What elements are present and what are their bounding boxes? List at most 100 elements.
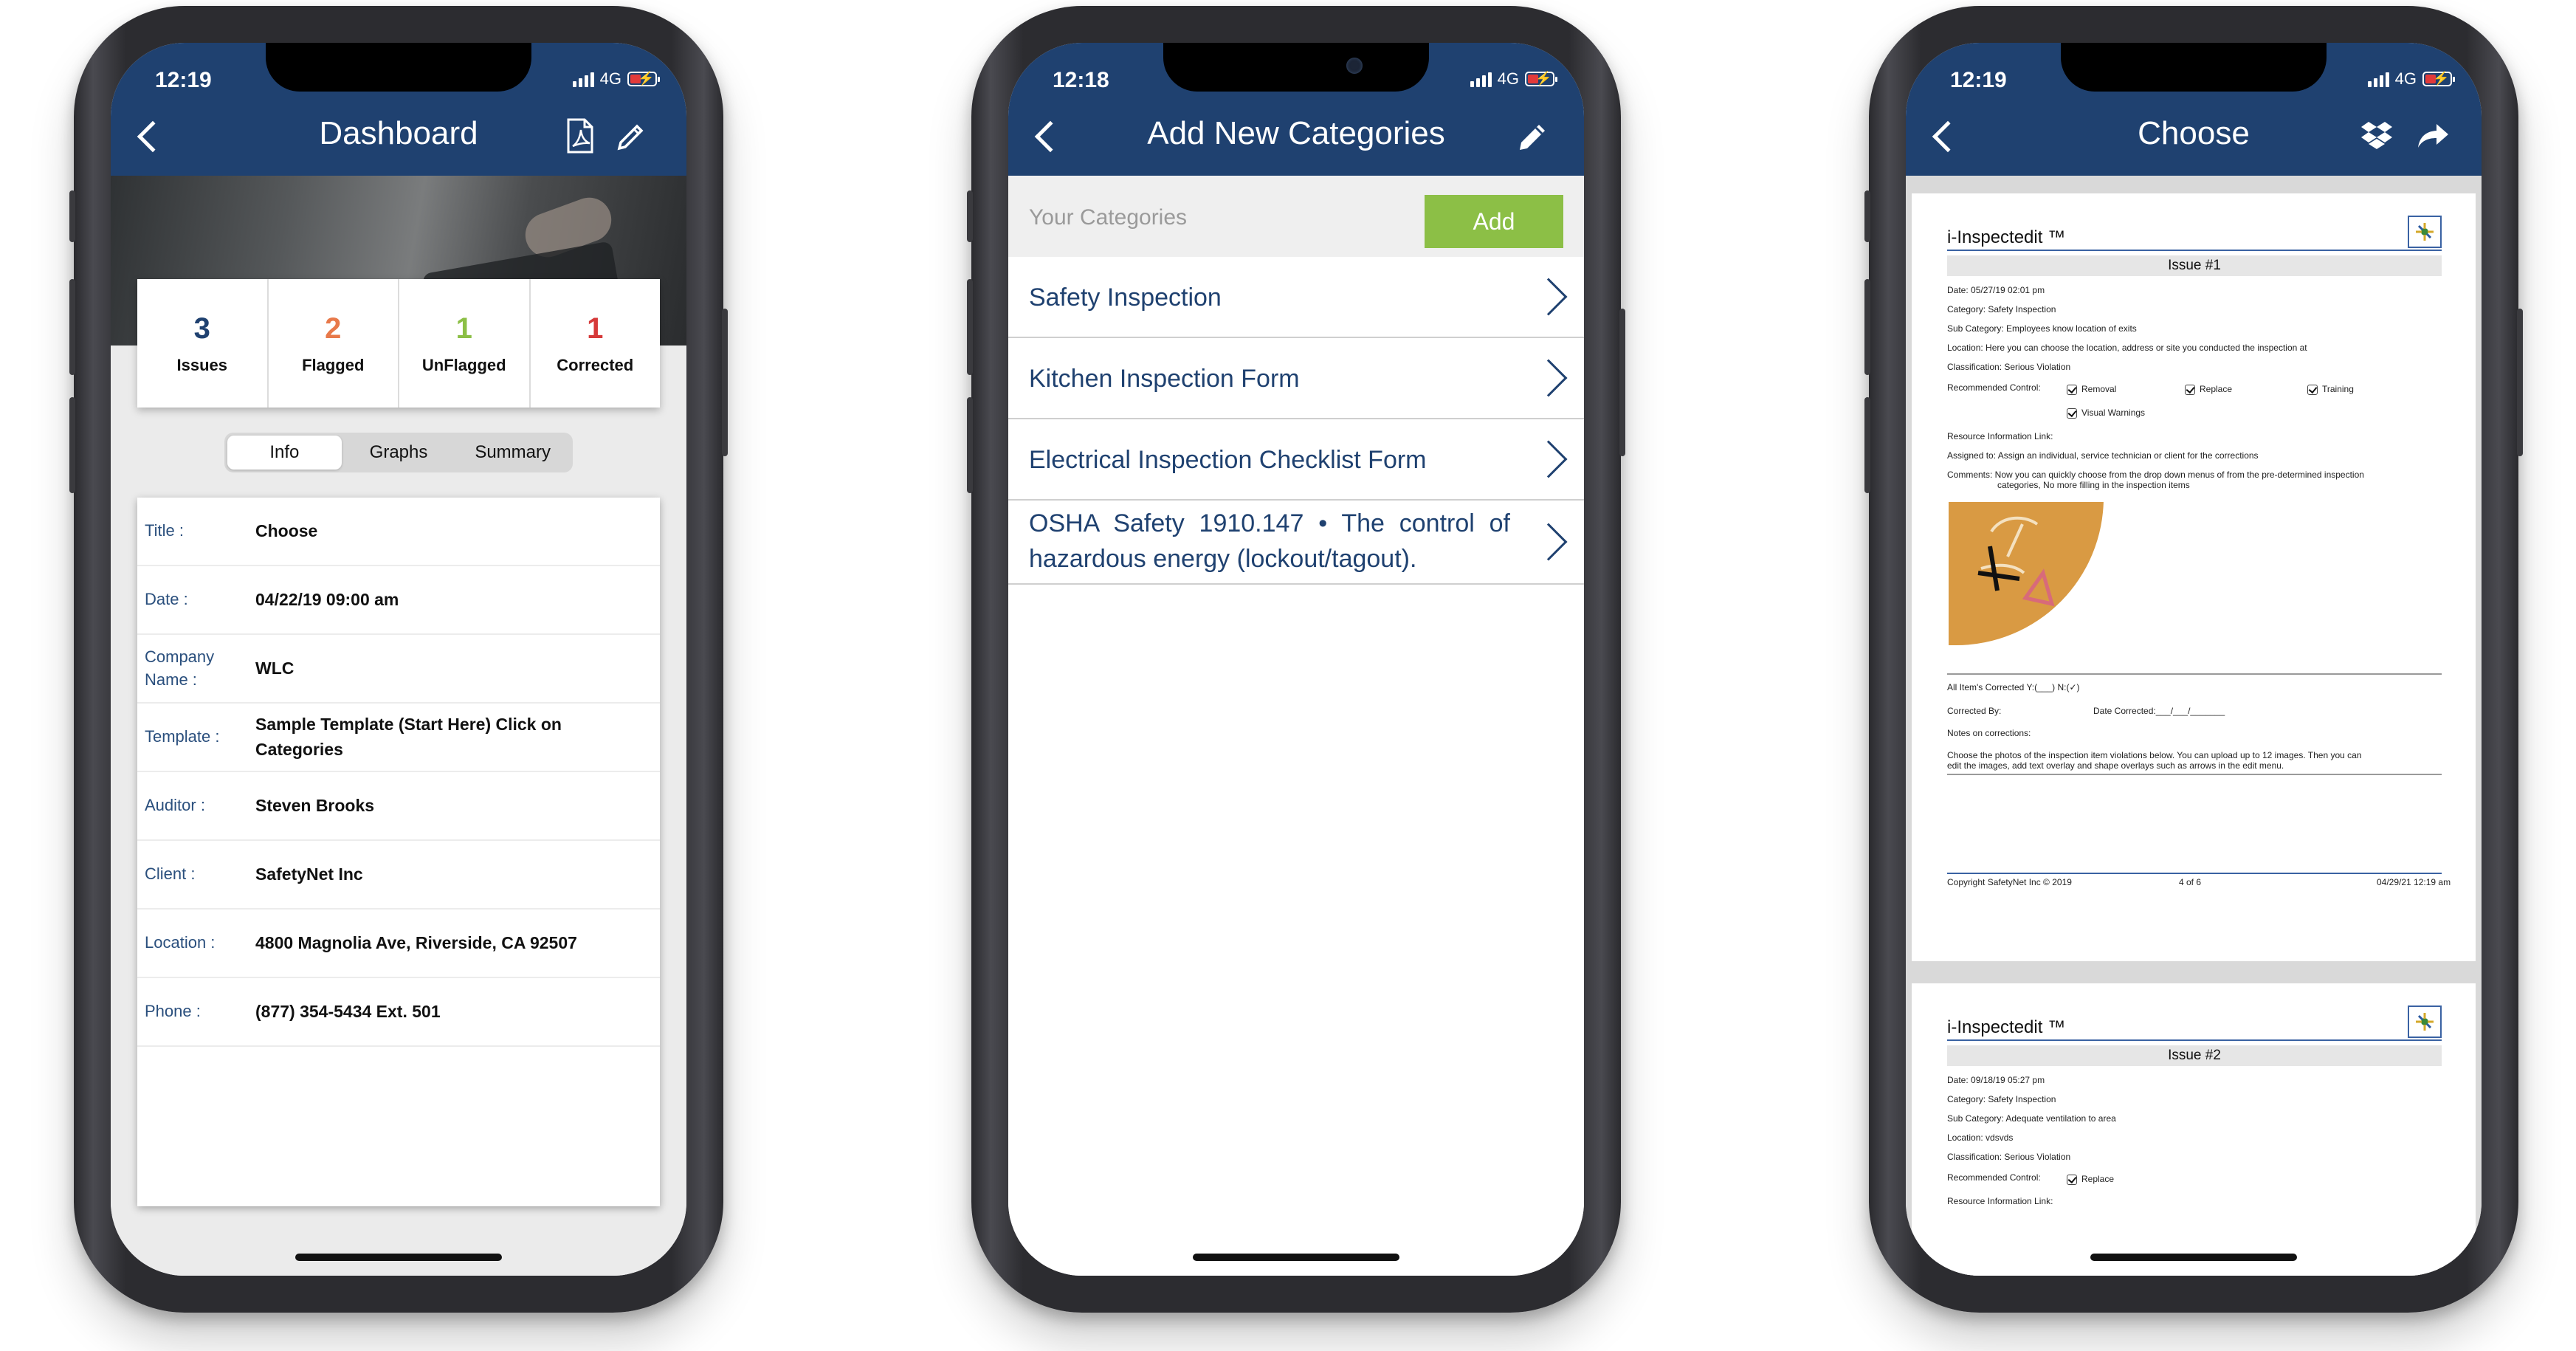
battery-icon: ⚡	[1525, 71, 1557, 86]
segmented-control: Info Graphs Summary	[224, 433, 573, 472]
report-corrected-all: All Item's Corrected Y:(___) N:(✓)	[1947, 682, 2080, 692]
company-logo-icon	[2408, 1005, 2442, 1038]
volume-down-button	[1864, 397, 1870, 493]
network-type: 4G	[599, 69, 621, 88]
report-date: Date: 05/27/19 02:01 pm	[1947, 285, 2045, 295]
control-label: Removal	[2081, 384, 2117, 394]
info-key: Title :	[145, 521, 184, 540]
info-value: (877) 354-5434 Ext. 501	[255, 1001, 441, 1021]
report-classification: Classification: Serious Violation	[1947, 1152, 2071, 1162]
side-button	[2517, 309, 2523, 456]
stat-flagged[interactable]: 2 Flagged	[269, 279, 399, 408]
dropbox-icon[interactable]	[2358, 117, 2396, 155]
info-key: Location :	[145, 933, 216, 952]
home-indicator[interactable]	[1193, 1254, 1399, 1261]
category-row[interactable]: Safety Inspection	[1008, 257, 1584, 338]
volume-down-button	[69, 397, 75, 493]
stat-unflagged[interactable]: 1 UnFlagged	[399, 279, 531, 408]
categories-body: Your Categories Add Safety Inspection Ki…	[1008, 176, 1584, 1276]
side-button	[722, 309, 728, 456]
phone-add-categories: 12:18 4G ⚡ Add New Categories Your Categ…	[967, 6, 1625, 1313]
report-comments-cont: categories, No more filling in the inspe…	[1997, 480, 2190, 490]
checkbox-icon	[2185, 384, 2195, 395]
report-page: i-Inspectedit ™ Issue #1 Date: 05/27/19 …	[1912, 193, 2476, 961]
chevron-right-icon	[1529, 523, 1568, 561]
mute-switch	[1864, 190, 1870, 242]
your-categories-header: Your Categories Add	[1008, 176, 1584, 257]
checkbox-icon	[2307, 384, 2318, 395]
control-visual-warnings: Visual Warnings	[2067, 408, 2145, 419]
report-notes: Notes on corrections:	[1947, 728, 2031, 738]
report-corrected-by: Corrected By:	[1947, 706, 2002, 716]
info-key: Auditor :	[145, 796, 205, 815]
report-viewer[interactable]: i-Inspectedit ™ Issue #1 Date: 05/27/19 …	[1906, 176, 2482, 1276]
tab-graphs[interactable]: Graphs	[342, 436, 456, 470]
control-removal: Removal	[2067, 384, 2116, 395]
info-value: Choose	[255, 520, 318, 540]
category-row[interactable]: Kitchen Inspection Form	[1008, 338, 1584, 419]
stat-value: 1	[455, 312, 472, 345]
volume-up-button	[967, 279, 973, 375]
front-camera	[1346, 58, 1363, 74]
notch	[266, 43, 531, 92]
stat-corrected[interactable]: 1 Corrected	[531, 279, 661, 408]
info-value: WLC	[255, 658, 295, 678]
edit-pencil-icon[interactable]	[613, 117, 651, 155]
page-title: Dashboard	[319, 115, 478, 151]
tab-info[interactable]: Info	[227, 436, 342, 470]
header-rule	[1947, 250, 2442, 251]
battery-icon: ⚡	[2422, 71, 2455, 86]
info-value: 04/22/19 09:00 am	[255, 589, 399, 609]
category-row[interactable]: Electrical Inspection Checklist Form	[1008, 419, 1584, 501]
chevron-right-icon	[1529, 278, 1568, 316]
home-indicator[interactable]	[2090, 1254, 2297, 1261]
issue-title: Issue #1	[1947, 255, 2442, 276]
info-row-phone: Phone : (877) 354-5434 Ext. 501	[137, 978, 660, 1047]
signal-icon	[1470, 71, 1492, 87]
stat-value: 3	[193, 312, 210, 345]
report-recommended-label: Recommended Control:	[1947, 1172, 2041, 1183]
info-row-auditor: Auditor : Steven Brooks	[137, 772, 660, 841]
info-value: SafetyNet Inc	[255, 864, 363, 884]
info-value: Steven Brooks	[255, 795, 375, 815]
share-arrow-icon[interactable]	[2414, 117, 2452, 155]
control-label: Visual Warnings	[2081, 408, 2146, 418]
home-indicator[interactable]	[295, 1254, 502, 1261]
info-value: Sample Template (Start Here) Click on Ca…	[255, 715, 562, 759]
volume-down-button	[967, 397, 973, 493]
page-title: Add New Categories	[1147, 115, 1445, 151]
category-row[interactable]: OSHA Safety 1910.147 • The control of ha…	[1008, 501, 1584, 585]
battery-icon: ⚡	[627, 71, 660, 86]
report-photos-note: Choose the photos of the inspection item…	[1947, 750, 2362, 760]
mute-switch	[967, 190, 973, 242]
info-value: 4800 Magnolia Ave, Riverside, CA 92507	[255, 932, 577, 952]
stat-issues[interactable]: 3 Issues	[137, 279, 269, 408]
info-row-company: Company Name : WLC	[137, 635, 660, 704]
info-row-client: Client : SafetyNet Inc	[137, 841, 660, 910]
category-label: OSHA Safety 1910.147 • The control of ha…	[1029, 509, 1510, 573]
stat-value: 2	[325, 312, 342, 345]
report-comments: Comments: Now you can quickly choose fro…	[1947, 470, 2364, 480]
report-brand: i-Inspectedit ™	[1947, 227, 2066, 247]
network-type: 4G	[2394, 69, 2417, 88]
tab-summary[interactable]: Summary	[455, 436, 570, 470]
report-category: Category: Safety Inspection	[1947, 1094, 2056, 1104]
stat-label: UnFlagged	[421, 355, 506, 374]
screen: 12:19 4G ⚡ Dashboard 3 Issues 2 Flagged …	[111, 43, 686, 1276]
edit-pencil-icon[interactable]	[1515, 117, 1553, 155]
phone-dashboard: 12:19 4G ⚡ Dashboard 3 Issues 2 Flagged …	[69, 6, 728, 1313]
info-row-location: Location : 4800 Magnolia Ave, Riverside, …	[137, 910, 660, 978]
inspection-photo[interactable]	[1949, 502, 2104, 645]
volume-up-button	[69, 279, 75, 375]
control-replace: Replace	[2185, 384, 2232, 395]
stat-label: Corrected	[557, 355, 634, 374]
add-button[interactable]: Add	[1425, 195, 1563, 248]
info-key: Client :	[145, 864, 196, 884]
chevron-right-icon	[1529, 440, 1568, 478]
stats-card: 3 Issues 2 Flagged 1 UnFlagged 1 Correct…	[137, 279, 660, 408]
pdf-icon[interactable]	[561, 117, 599, 155]
report-page: i-Inspectedit ™ Issue #2 Date: 09/18/19 …	[1912, 983, 2476, 1276]
control-label: Replace	[2081, 1174, 2115, 1184]
report-assigned: Assigned to: Assign an individual, servi…	[1947, 450, 2259, 461]
status-indicators: 4G ⚡	[1470, 69, 1557, 89]
